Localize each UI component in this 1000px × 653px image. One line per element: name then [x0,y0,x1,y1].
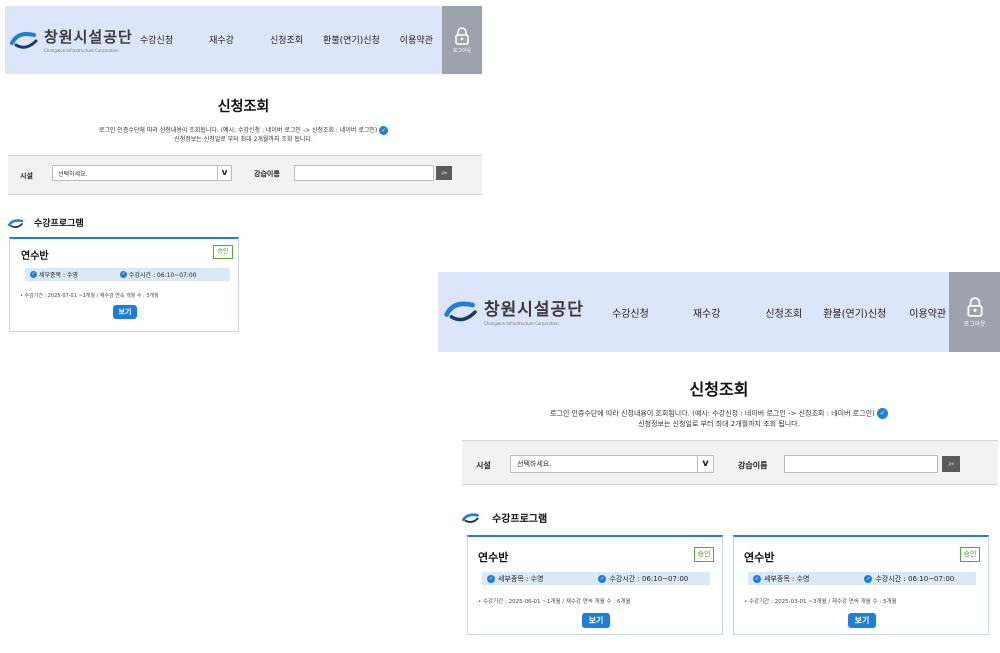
check-circle-icon: ✓ [877,408,889,419]
notice-text: 로그인 인증수단에 따라 신청내용이 조회됩니다. (예시: 수강신청 : 네이… [438,408,1000,430]
card-detail: 세부종목 : 수영 [764,574,810,583]
nav-reapply[interactable]: 재수강 [209,33,234,46]
check-circle-icon: ✓ [30,271,37,278]
logout-button[interactable]: 로그아웃 [949,272,1000,352]
card-title: 연수반 [744,551,775,564]
program-card: 연수반 승인 ✓ 세부종목 : 수영 ✓ 수강시간 : 06:10~07:00 … [733,535,989,635]
swoosh-logo-icon [10,31,38,49]
site-header: 창원시설공단 Changwon Infrastructure Corporati… [5,6,482,74]
section-title: 수강프로그램 [492,514,548,525]
nav-refund[interactable]: 환불(연기)신청 [323,33,380,46]
card-period: • 수강기간 : 2025-07-01 ~1개월 / 재수강 연속 개월 수 :… [20,293,159,299]
notice-line1: 로그인 인증수단에 따라 신청내용이 조회됩니다. (예시: 수강신청 : 네이… [98,127,378,134]
facility-select-value: 선택하세요. [58,170,88,178]
card-period: • 수강기간 : 2025-03-01 ~3개월 / 재수강 연속 개월 수 :… [744,599,897,605]
site-logo[interactable]: 창원시설공단 Changwon Infrastructure Corporati… [10,26,133,53]
logout-label: 로그아웃 [452,47,472,54]
lock-icon [966,296,983,317]
view-button[interactable]: 보기 [582,613,610,628]
card-info-row: ✓ 세부종목 : 수영 ✓ 수강시간 : 06:10~07:00 [482,572,710,585]
program-card: 연수반 승인 ✓ 세부종목 : 수영 ✓ 수강시간 : 06:10~07:00 … [9,237,239,332]
status-badge: 승인 [960,547,980,562]
notice-text: 로그인 인증수단에 따라 신청내용이 조회됩니다. (예시: 수강신청 : 네이… [5,126,482,145]
swoosh-logo-icon [8,218,24,228]
program-card: 연수반 승인 ✓ 세부종목 : 수영 ✓ 수강시간 : 06:10~07:00 … [467,535,723,635]
check-circle-icon: ✓ [864,574,873,583]
logout-button[interactable]: 로그아웃 [442,6,482,74]
status-badge: 승인 [213,245,233,259]
class-name-label: 강습이름 [738,461,768,470]
screenshot-large: 창원시설공단 Changwon Infrastructure Corporati… [438,272,1000,653]
main-nav: 수강신청 재수강 신청조회 환불(연기)신청 이용약관 [612,305,946,320]
check-circle-icon: ✓ [379,126,389,135]
check-circle-icon: ✓ [753,574,761,583]
swoosh-logo-icon [444,301,477,321]
section-title: 수강프로그램 [34,219,84,229]
page-title: 신청조회 [217,99,270,115]
card-title: 연수반 [21,251,49,262]
facility-select[interactable]: 선택하세요. v [510,455,714,473]
nav-reapply[interactable]: 재수강 [693,305,721,320]
section-header: 수강프로그램 [8,216,84,229]
site-logo[interactable]: 창원시설공단 Changwon Infrastructure Corporati… [444,295,584,326]
screenshot-small: 창원시설공단 Changwon Infrastructure Corporati… [5,6,482,336]
view-button[interactable]: 보기 [848,613,876,628]
notice-line2: 신청정보는 신청일로 부터 최대 2개월까지 조회 됩니다. [174,136,313,144]
page-title: 신청조회 [689,380,749,399]
facility-select-value: 선택하세요. [517,460,552,468]
nav-inquiry[interactable]: 신청조회 [270,33,303,46]
swoosh-logo-icon [462,513,479,523]
search-button[interactable]: 검색 [942,456,960,472]
check-circle-icon: ✓ [119,271,127,278]
nav-apply[interactable]: 수강신청 [140,33,173,46]
nav-terms[interactable]: 이용약관 [909,305,946,320]
chevron-down-icon: v [217,166,231,180]
lock-icon [455,26,469,45]
check-circle-icon: ✓ [598,574,607,583]
site-header: 창원시설공단 Changwon Infrastructure Corporati… [438,272,1000,352]
card-title: 연수반 [478,551,509,564]
notice-line2: 신청정보는 신청일로 부터 최대 2개월까지 조회 됩니다. [638,420,800,429]
logo-text: 창원시설공단 [484,300,584,320]
section-header: 수강프로그램 [462,510,547,525]
chevron-down-icon: v [697,456,713,472]
check-circle-icon: ✓ [487,574,495,583]
logout-label: 로그아웃 [963,320,986,328]
logo-subtitle: Changwon Infrastructure Corporation [44,48,119,53]
card-info-row: ✓ 세부종목 : 수영 ✓ 수강시간 : 06:10~07:00 [748,572,976,585]
nav-terms[interactable]: 이용약관 [400,33,433,46]
card-detail: 세부종목 : 수영 [39,272,78,279]
logo-text: 창원시설공단 [44,28,133,46]
card-time: 수강시간 : 06:10~07:00 [875,574,955,583]
card-time: 수강시간 : 06:10~07:00 [609,574,689,583]
facility-label: 시설 [476,461,491,470]
search-bar: 시설 선택하세요. v 강습이름 검색 [8,155,482,195]
search-button[interactable]: 검색 [436,166,452,180]
main-nav: 수강신청 재수강 신청조회 환불(연기)신청 이용약관 [140,33,433,46]
card-detail: 세부종목 : 수영 [498,574,544,583]
class-name-input[interactable] [294,165,434,181]
facility-select[interactable]: 선택하세요. v [52,165,232,181]
nav-apply[interactable]: 수강신청 [612,305,649,320]
card-info-row: ✓ 세부종목 : 수영 ✓ 수강시간 : 06:10~07:00 [25,268,230,281]
nav-refund[interactable]: 환불(연기)신청 [823,305,886,320]
card-time: 수강시간 : 06:10~07:00 [128,272,197,279]
nav-inquiry[interactable]: 신청조회 [765,305,802,320]
facility-label: 시설 [20,172,33,180]
notice-line1: 로그인 인증수단에 따라 신청내용이 조회됩니다. (예시: 수강신청 : 네이… [549,409,875,418]
status-badge: 승인 [694,547,714,562]
card-period: • 수강기간 : 2025-06-01 ~1개월 / 재수강 연속 개월 수 :… [478,599,631,605]
search-bar: 시설 선택하세요. v 강습이름 검색 [462,440,998,485]
view-button[interactable]: 보기 [113,305,137,319]
class-name-label: 강습이름 [254,170,280,178]
logo-subtitle: Changwon Infrastructure Corporation [484,321,559,326]
class-name-input[interactable] [784,455,938,473]
